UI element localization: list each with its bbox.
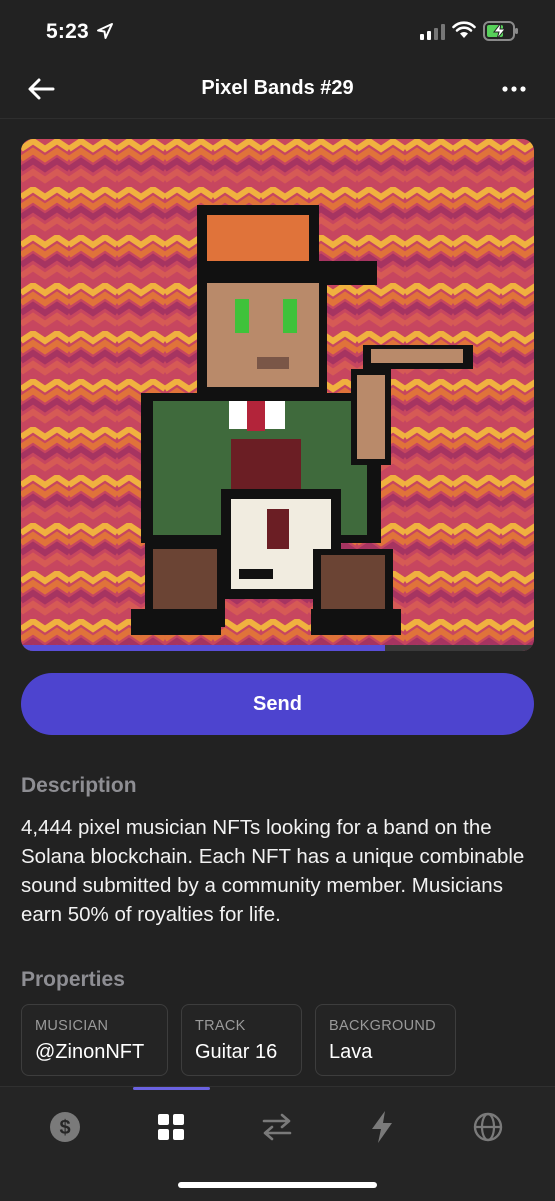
property-key: TRACK [195, 1018, 246, 1034]
status-bar: 5:23 [0, 0, 555, 60]
battery-charging-icon [483, 21, 518, 41]
home-indicator[interactable] [178, 1182, 377, 1188]
tab-activity[interactable] [362, 1107, 402, 1147]
status-time: 5:23 [46, 20, 89, 43]
property-card-track: TRACK Guitar 16 [181, 1004, 302, 1076]
description-text: 4,444 pixel musician NFTs looking for a … [21, 816, 525, 926]
globe-icon [473, 1112, 503, 1142]
more-options-icon[interactable] [499, 76, 529, 102]
tab-swap[interactable] [257, 1107, 297, 1147]
property-key: MUSICIAN [35, 1018, 109, 1034]
send-button[interactable]: Send [21, 673, 534, 735]
active-tab-indicator [133, 1087, 210, 1090]
dollar-icon: $ [50, 1112, 80, 1142]
tab-collectibles[interactable] [151, 1107, 191, 1147]
svg-text:$: $ [59, 1117, 70, 1139]
nft-pixel-art-image [21, 139, 534, 651]
lightning-icon [372, 1111, 392, 1143]
nft-artwork [21, 139, 534, 651]
tab-wallet[interactable]: $ [45, 1107, 85, 1147]
location-arrow-icon [97, 23, 113, 39]
property-value: Guitar 16 [195, 1041, 278, 1063]
property-card-background: BACKGROUND Lava [315, 1004, 456, 1076]
properties-heading: Properties [21, 968, 125, 991]
media-progress-fill [21, 645, 386, 651]
property-value: Lava [329, 1041, 373, 1063]
property-key: BACKGROUND [329, 1018, 436, 1034]
property-value: @ZinonNFT [35, 1041, 145, 1063]
wifi-icon [452, 21, 476, 38]
media-progress-bar [21, 645, 534, 651]
swap-icon [262, 1113, 292, 1141]
tab-browser[interactable] [468, 1107, 508, 1147]
page-title: Pixel Bands #29 [201, 77, 354, 99]
cellular-signal-icon [420, 24, 445, 40]
description-heading: Description [21, 774, 137, 797]
grid-icon [158, 1114, 184, 1140]
property-card-musician: MUSICIAN @ZinonNFT [21, 1004, 168, 1076]
nav-header: Pixel Bands #29 [0, 60, 555, 119]
